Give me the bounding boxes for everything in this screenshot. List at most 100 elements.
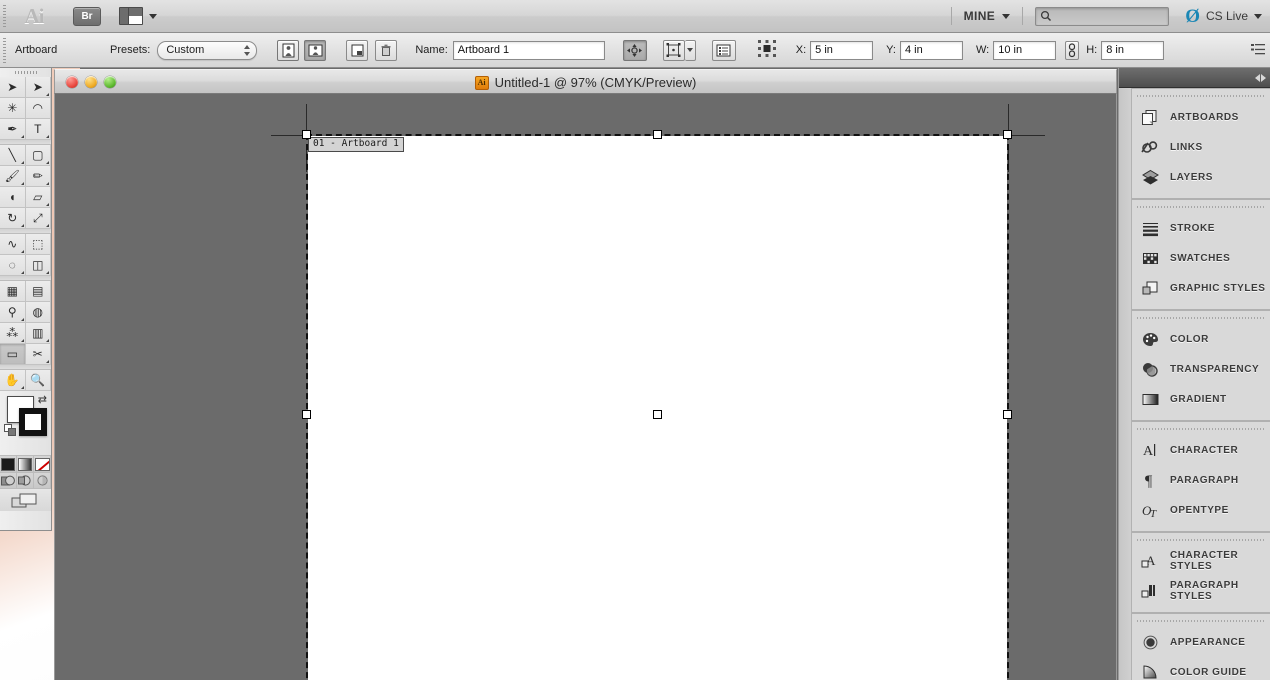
- artboard-canvas[interactable]: [308, 136, 1007, 680]
- slice-tool[interactable]: ✂: [25, 344, 51, 365]
- panel-group-grip[interactable]: [1137, 426, 1264, 432]
- artboard-options-button[interactable]: [711, 39, 736, 61]
- panel-item-stroke[interactable]: STROKE: [1131, 213, 1270, 243]
- panel-item-transparency[interactable]: TRANSPARENCY: [1131, 354, 1270, 384]
- panel-item-color-guide[interactable]: COLOR GUIDE: [1131, 657, 1270, 680]
- minimize-window-button[interactable]: [85, 75, 97, 88]
- launch-bridge-button[interactable]: Br: [73, 6, 101, 26]
- delete-artboard-button[interactable]: [375, 39, 398, 61]
- hand-tool[interactable]: ✋: [0, 370, 26, 391]
- line-segment-tool[interactable]: ╲: [0, 145, 26, 166]
- panel-item-character-styles[interactable]: A CHARACTER STYLES: [1131, 546, 1270, 576]
- reference-point-dropdown[interactable]: [684, 39, 696, 61]
- panel-item-graphic-styles[interactable]: GRAPHIC STYLES: [1131, 273, 1270, 303]
- panel-item-swatches[interactable]: SWATCHES: [1131, 243, 1270, 273]
- selection-tool[interactable]: ➤: [0, 77, 26, 98]
- reference-point-group[interactable]: [662, 39, 696, 61]
- reference-point-button[interactable]: [662, 39, 685, 61]
- eraser-tool[interactable]: ▱: [25, 187, 51, 208]
- handle-middle-right[interactable]: [1003, 410, 1012, 419]
- magic-wand-tool[interactable]: ✳: [0, 98, 26, 119]
- dock-header[interactable]: [1119, 68, 1270, 88]
- column-graph-tool[interactable]: ▥: [25, 323, 51, 344]
- blend-tool[interactable]: ◍: [25, 302, 51, 323]
- blob-brush-tool[interactable]: ◖: [0, 187, 26, 208]
- free-transform-tool[interactable]: ⬚: [25, 234, 51, 255]
- artboard-name-input[interactable]: Artboard 1: [452, 40, 605, 60]
- paintbrush-tool[interactable]: 🖌: [0, 166, 26, 187]
- y-input[interactable]: 4 in: [899, 40, 963, 60]
- landscape-orientation-button[interactable]: [304, 39, 327, 61]
- panel-item-appearance[interactable]: APPEARANCE: [1131, 627, 1270, 657]
- portrait-orientation-button[interactable]: [277, 39, 300, 61]
- panel-group-grip[interactable]: [1137, 618, 1264, 624]
- zoom-window-button[interactable]: [104, 75, 116, 88]
- controlbar-grip[interactable]: [0, 33, 9, 68]
- symbol-sprayer-tool[interactable]: ⁂: [0, 323, 26, 344]
- presets-select[interactable]: Custom: [157, 40, 258, 60]
- control-panel-menu-button[interactable]: [1251, 42, 1265, 59]
- w-input[interactable]: 10 in: [993, 40, 1057, 60]
- direct-selection-tool[interactable]: ➤: [25, 77, 51, 98]
- x-input[interactable]: 5 in: [810, 40, 874, 60]
- handle-center[interactable]: [653, 410, 662, 419]
- close-window-button[interactable]: [66, 75, 78, 88]
- width-tool[interactable]: ∿: [0, 234, 26, 255]
- mesh-tool[interactable]: ▦: [0, 281, 26, 302]
- pencil-tool[interactable]: ✏: [25, 166, 51, 187]
- swap-fill-stroke-icon[interactable]: ⇄: [38, 393, 47, 406]
- default-fill-stroke-icon[interactable]: [4, 424, 17, 437]
- constrain-proportions-button[interactable]: [1065, 40, 1080, 60]
- panel-item-opentype[interactable]: O T OPENTYPE: [1131, 495, 1270, 525]
- new-artboard-button[interactable]: [346, 39, 369, 61]
- color-swatch-button[interactable]: [0, 456, 17, 472]
- handle-top-left[interactable]: [302, 130, 311, 139]
- shape-builder-tool[interactable]: ◌: [0, 255, 26, 276]
- workspace-switcher[interactable]: MINE: [964, 9, 1011, 23]
- panel-group-grip[interactable]: [1137, 537, 1264, 543]
- panel-item-paragraph[interactable]: ¶ PARAGRAPH: [1131, 465, 1270, 495]
- panel-item-gradient[interactable]: GRADIENT: [1131, 384, 1270, 414]
- panel-group-grip[interactable]: [1137, 93, 1264, 99]
- artboard-tool[interactable]: ▭: [0, 344, 26, 365]
- handle-top-right[interactable]: [1003, 130, 1012, 139]
- draw-normal-button[interactable]: [0, 473, 17, 488]
- gradient-tool[interactable]: ▤: [25, 281, 51, 302]
- handle-middle-left[interactable]: [302, 410, 311, 419]
- change-screen-mode-button[interactable]: [0, 489, 51, 511]
- pen-tool[interactable]: ✒: [0, 119, 26, 140]
- document-title-bar[interactable]: Untitled-1 @ 97% (CMYK/Preview): [54, 69, 1117, 94]
- tools-panel-grip[interactable]: [0, 68, 51, 77]
- eyedropper-tool[interactable]: ⚲: [0, 302, 26, 323]
- panel-item-artboards[interactable]: ARTBOARDS: [1131, 102, 1270, 132]
- arrange-documents-button[interactable]: [119, 7, 157, 25]
- rectangle-tool[interactable]: ▢: [25, 145, 51, 166]
- rotate-tool[interactable]: ↻: [0, 208, 26, 229]
- h-input[interactable]: 8 in: [1101, 40, 1165, 60]
- draw-inside-button[interactable]: [34, 473, 51, 488]
- cs-live-button[interactable]: Ø CS Live: [1185, 7, 1262, 26]
- move-copy-artwork-button[interactable]: [622, 39, 647, 61]
- none-swatch-button[interactable]: [34, 456, 51, 472]
- zoom-tool[interactable]: 🔍: [25, 370, 51, 391]
- lasso-tool[interactable]: ◠: [25, 98, 51, 119]
- panel-item-character[interactable]: A CHARACTER: [1131, 435, 1270, 465]
- search-input[interactable]: [1035, 6, 1170, 26]
- stroke-color-swatch[interactable]: [19, 408, 47, 436]
- panel-item-layers[interactable]: LAYERS: [1131, 162, 1270, 192]
- panel-item-color[interactable]: COLOR: [1131, 324, 1270, 354]
- expand-panels-icon[interactable]: [1255, 73, 1266, 82]
- type-tool[interactable]: T: [25, 119, 51, 140]
- draw-behind-button[interactable]: [17, 473, 34, 488]
- perspective-grid-tool[interactable]: ◫: [25, 255, 51, 276]
- show-center-mark-button[interactable]: [757, 40, 776, 60]
- canvas-area[interactable]: 01 - Artboard 1: [54, 94, 1117, 680]
- scale-tool[interactable]: ⤢: [25, 208, 51, 229]
- panel-group-grip[interactable]: [1137, 204, 1264, 210]
- menubar-grip[interactable]: [0, 0, 9, 33]
- panel-group-grip[interactable]: [1137, 315, 1264, 321]
- panel-item-paragraph-styles[interactable]: PARAGRAPH STYLES: [1131, 576, 1270, 606]
- panel-item-links[interactable]: LINKS: [1131, 132, 1270, 162]
- gradient-swatch-button[interactable]: [17, 456, 34, 472]
- handle-top-center[interactable]: [653, 130, 662, 139]
